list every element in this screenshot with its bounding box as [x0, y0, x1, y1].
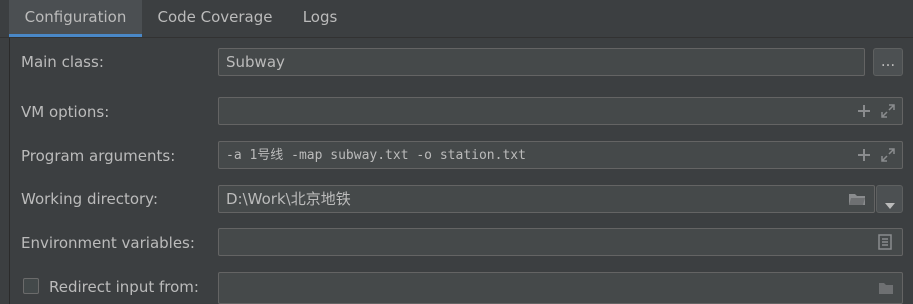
- chevron-down-icon: [884, 196, 896, 214]
- folder-icon[interactable]: [848, 191, 865, 207]
- main-class-label: Main class:: [21, 53, 104, 71]
- environment-variables-field[interactable]: [218, 228, 903, 256]
- expand-icon[interactable]: [880, 103, 896, 119]
- redirect-input-field[interactable]: [218, 272, 903, 304]
- working-directory-label: Working directory:: [21, 190, 159, 208]
- document-icon[interactable]: [878, 234, 894, 250]
- redirect-input-label: Redirect input from:: [49, 278, 199, 296]
- main-class-value: Subway: [226, 53, 285, 71]
- vm-options-field[interactable]: [218, 97, 903, 125]
- working-directory-value: D:\Work\北京地铁: [226, 190, 351, 208]
- program-arguments-label: Program arguments:: [21, 147, 176, 165]
- expand-icon[interactable]: [880, 147, 896, 163]
- plus-icon[interactable]: [856, 103, 872, 119]
- folder-icon[interactable]: [878, 281, 894, 297]
- program-arguments-field[interactable]: -a 1号线 -map subway.txt -o station.txt: [218, 141, 903, 169]
- tab-logs[interactable]: Logs: [295, 0, 345, 35]
- vm-options-label: VM options:: [21, 103, 110, 121]
- working-directory-dropdown[interactable]: [876, 185, 903, 213]
- plus-icon[interactable]: [856, 147, 872, 163]
- environment-variables-label: Environment variables:: [21, 234, 195, 252]
- redirect-input-checkbox[interactable]: [23, 278, 39, 294]
- working-directory-field[interactable]: D:\Work\北京地铁: [218, 185, 875, 213]
- tab-bar: Configuration Code Coverage Logs: [0, 0, 913, 38]
- panel-divider: [9, 38, 10, 304]
- main-class-field[interactable]: Subway: [218, 48, 865, 76]
- browse-main-class-button[interactable]: ...: [873, 48, 903, 76]
- program-arguments-value: -a 1号线 -map subway.txt -o station.txt: [226, 148, 526, 163]
- tab-code-coverage[interactable]: Code Coverage: [150, 0, 280, 35]
- tab-configuration[interactable]: Configuration: [9, 0, 142, 37]
